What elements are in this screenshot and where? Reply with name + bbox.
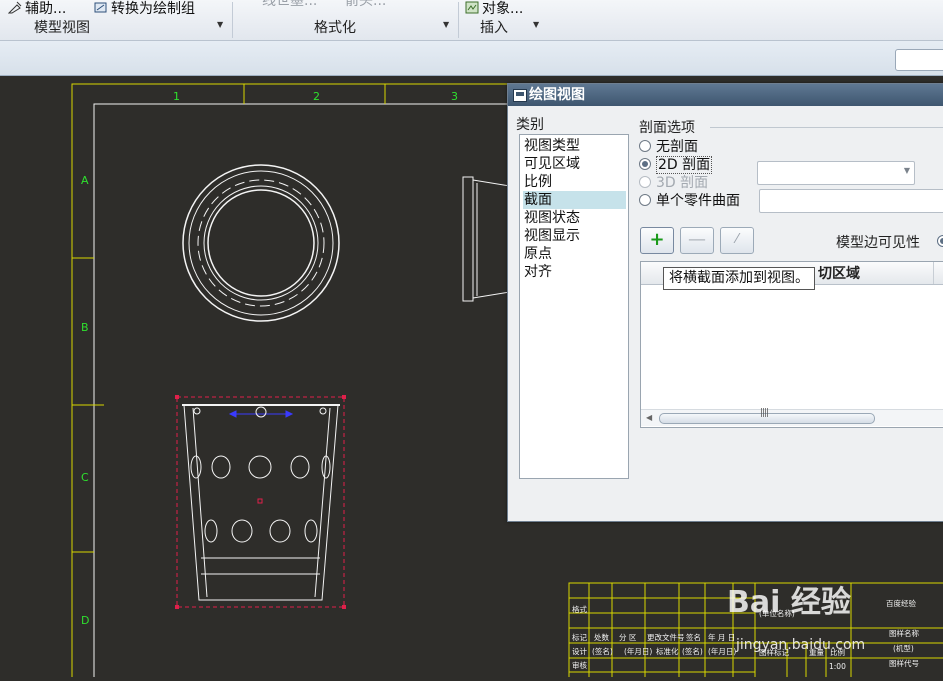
model-edge-visibility-radio[interactable] [937, 235, 943, 247]
col-label-3: 3 [451, 90, 458, 103]
tb-scale-value: 1:00 [829, 662, 846, 671]
category-visible-area[interactable]: 可见区域 [523, 155, 626, 173]
arrow-button[interactable]: 箭头... [345, 0, 386, 10]
row-label-b: B [81, 321, 89, 334]
add-section-tooltip: 将横截面添加到视图。 [663, 267, 815, 290]
tb-cell: (年月日) [624, 646, 652, 656]
ribbon-separator [232, 2, 233, 38]
tb-cell: 签名 [686, 632, 701, 642]
section-divider [710, 127, 943, 128]
chevron-down-icon: ▼ [903, 166, 910, 175]
tb-cell: 设计 [572, 646, 587, 656]
group-expand-icon[interactable]: ▼ [443, 20, 449, 29]
row-label-a: A [81, 174, 89, 187]
dialog-title: 绘图视图 [529, 87, 585, 103]
section-table[interactable]: 切区域 将横截面添加到视图。 ◀ |||| [640, 261, 943, 428]
radio-circle [639, 140, 651, 152]
tb-right-2: 图样名称 [889, 628, 919, 638]
dialog-titlebar[interactable]: 绘图视图 [508, 84, 943, 106]
add-section-button[interactable]: + [640, 227, 674, 254]
object-button[interactable]: 对象... [465, 0, 523, 18]
tb-cell: 分 区 [619, 633, 637, 642]
aux-button[interactable]: 辅助... [8, 0, 66, 18]
category-list[interactable]: 视图类型 可见区域 比例 截面 视图状态 视图显示 原点 对齐 [519, 134, 629, 479]
radio-single-part-surface[interactable]: 单个零件曲面 [639, 192, 740, 210]
toolbar-input[interactable] [895, 49, 943, 71]
tb-header-left: 格式 [572, 604, 587, 614]
remove-section-button[interactable]: — [680, 227, 714, 254]
object-icon [465, 1, 479, 14]
category-view-states[interactable]: 视图状态 [523, 209, 626, 227]
tb-cell: 处数 [594, 632, 609, 642]
group-expand-icon[interactable]: ▼ [217, 20, 223, 29]
col-label-2: 2 [313, 90, 320, 103]
watermark-logo: Bai 经验 [727, 585, 851, 620]
radio-no-section[interactable]: 无剖面 [639, 138, 698, 156]
tb-right-4: 图样代号 [889, 658, 919, 668]
secondary-toolbar [0, 41, 943, 76]
convert-to-draw-group-button[interactable]: 转换为绘制组 [94, 0, 195, 18]
aux-icon [8, 1, 22, 14]
horizontal-scrollbar[interactable]: ◀ |||| [641, 408, 943, 426]
column-divider [933, 262, 934, 284]
ribbon-separator [458, 2, 459, 38]
view-selection-box[interactable] [176, 396, 345, 608]
model-edge-visibility-label: 模型边可见性 [836, 235, 920, 251]
convert-icon [94, 2, 107, 13]
col-label-1: 1 [173, 90, 180, 103]
radio-circle [639, 176, 651, 188]
tb-right-1: 百度经验 [886, 598, 916, 608]
drawing-view-dialog: 绘图视图 类别 视图类型 可见区域 比例 截面 视图状态 视图显示 原点 对齐 … [507, 83, 943, 522]
dimension-annotations[interactable] [228, 406, 294, 418]
tb-cell: 年 月 日 [708, 632, 735, 642]
watermark-url: jingyan.baidu.com [736, 637, 866, 653]
row-label-c: C [81, 471, 89, 484]
tb-right-3: (机型) [893, 643, 914, 653]
radio-circle [639, 158, 651, 170]
scrollbar-thumb[interactable]: |||| [659, 408, 875, 424]
tb-cell: (签名) [682, 646, 703, 656]
scroll-left-icon[interactable]: ◀ [646, 413, 652, 422]
tb-cell: 标记 [572, 632, 587, 642]
tb-cell: 更改文件号 [647, 632, 685, 642]
group-format[interactable]: 格式化 [314, 18, 356, 38]
dialog-window-icon [513, 89, 527, 102]
category-sections[interactable]: 截面 [523, 191, 626, 209]
radio-circle [639, 194, 651, 206]
side-view-partial[interactable] [462, 176, 511, 302]
edit-section-button[interactable]: ⁄ [720, 227, 754, 254]
column-header-cut-area[interactable]: 切区域 [818, 263, 860, 283]
radio-3d-section[interactable]: 3D 剖面 [639, 174, 708, 192]
group-expand-icon[interactable]: ▼ [533, 20, 539, 29]
category-alignment[interactable]: 对齐 [523, 263, 626, 281]
section-combo[interactable]: ▼ [757, 161, 915, 185]
group-insert[interactable]: 插入 [480, 18, 508, 38]
tb-cell: (签名) [592, 646, 613, 656]
category-view-type[interactable]: 视图类型 [523, 137, 626, 155]
top-view-ring[interactable] [182, 164, 340, 322]
line-style-button[interactable]: 线世墨... [262, 0, 317, 10]
view-origin-marker [257, 498, 263, 504]
selection-handles [175, 395, 346, 609]
tb-cell: (年月日) [708, 646, 736, 656]
category-label: 类别 [516, 117, 544, 133]
radio-2d-section[interactable]: 2D 剖面 [639, 156, 713, 174]
ribbon: 辅助... 转换为绘制组 线世墨... 箭头... 对象... 模型视图 ▼ 格… [0, 0, 943, 41]
category-scale[interactable]: 比例 [523, 173, 626, 191]
section-options-label: 剖面选项 [639, 120, 695, 136]
category-origin[interactable]: 原点 [523, 245, 626, 263]
tb-cell: 审核 [572, 660, 587, 670]
category-view-display[interactable]: 视图显示 [523, 227, 626, 245]
tb-cell: 标准化 [656, 646, 679, 656]
scroll-grip: |||| [760, 408, 769, 418]
row-label-d: D [81, 614, 89, 627]
part-surface-field[interactable] [759, 189, 943, 213]
group-model-views[interactable]: 模型视图 [34, 18, 90, 38]
